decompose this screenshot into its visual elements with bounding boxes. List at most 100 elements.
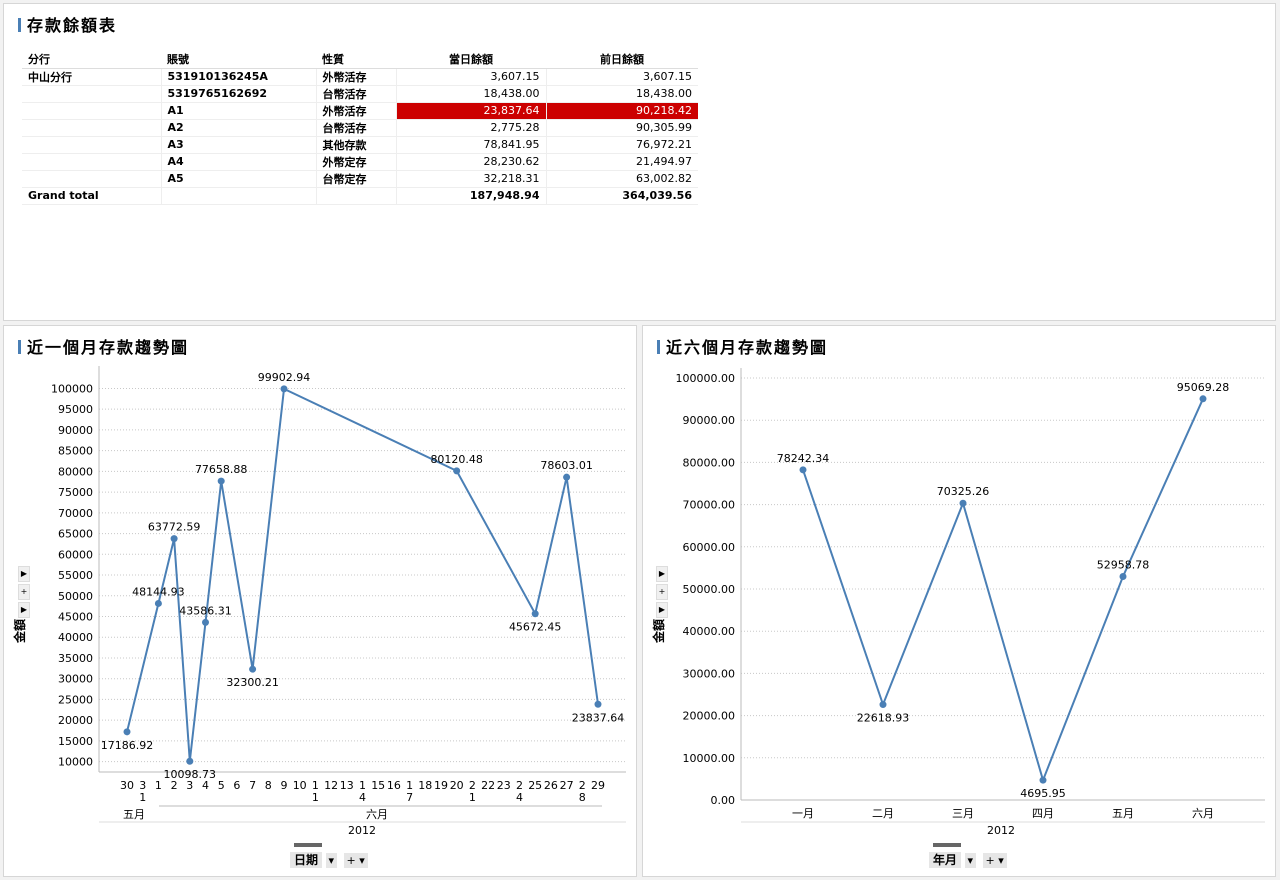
year-label: 2012 (348, 824, 376, 837)
data-point (154, 599, 162, 607)
type-cell: 台幣活存 (315, 85, 396, 103)
expand-arrow-icon[interactable]: ▶ (18, 566, 30, 582)
prev-cell: 90,305.99 (545, 119, 698, 137)
slider-icon[interactable] (294, 843, 322, 847)
today-cell: 28,230.62 (395, 153, 546, 171)
dropdown-icon[interactable]: ▾ (325, 853, 338, 868)
y-tick-label: 30000.00 (683, 667, 736, 680)
yearmonth-dimension-control[interactable]: 年月 ▾ + ▾ (929, 843, 1007, 868)
data-point (563, 473, 571, 481)
data-point (217, 477, 225, 485)
y-axis-label: 金額 (12, 619, 27, 644)
y-tick-label: 0.00 (711, 794, 736, 807)
x-tick-label: 29 (591, 779, 605, 792)
y-tick-label: 15000 (58, 735, 93, 748)
date-dimension-control[interactable]: 日期 ▾ + ▾ (290, 843, 368, 868)
slider-icon[interactable] (933, 843, 961, 847)
x-tick-label: 7 (406, 791, 413, 804)
y-tick-label: 90000.00 (683, 414, 736, 427)
prev-cell: 76,972.21 (545, 136, 698, 154)
date-dimension-label[interactable]: 日期 (290, 852, 323, 868)
data-point (531, 610, 539, 618)
table-row: A1 外幣活存 23,837.64 90,218.42 (22, 102, 698, 120)
expand-arrow-icon[interactable]: ▶ (656, 566, 668, 582)
today-cell: 23,837.64 (395, 102, 546, 120)
total-prev: 364,039.56 (545, 187, 698, 205)
x-tick-label: 4 (516, 791, 523, 804)
y-tick-label: 40000.00 (683, 625, 736, 638)
data-label: 22618.93 (857, 712, 910, 725)
data-label: 45672.45 (509, 621, 562, 634)
expand-arrow-icon[interactable]: ▶ (18, 602, 30, 618)
data-point (879, 701, 887, 709)
table-row: A2 台幣活存 2,775.28 90,305.99 (22, 119, 698, 137)
y-tick-label: 50000.00 (683, 583, 736, 596)
x-tick-label: 25 (528, 779, 542, 792)
y-tick-label: 80000 (58, 465, 93, 478)
data-point (959, 499, 967, 507)
header-type[interactable]: 性質 (316, 51, 396, 69)
y-tick-label: 95000 (58, 403, 93, 416)
x-tick-label: 16 (387, 779, 401, 792)
balance-table-panel: 存款餘額表 分行 賬號 性質 當日餘額 前日餘額 中山分行 53191013624… (3, 3, 1276, 321)
type-cell: 台幣活存 (315, 119, 396, 137)
data-point (594, 700, 602, 708)
account-cell: A3 (160, 136, 316, 154)
data-point (249, 665, 257, 673)
x-tick-label: 26 (544, 779, 558, 792)
dropdown-icon[interactable]: ▾ (964, 853, 977, 868)
type-cell: 外幣定存 (315, 153, 396, 171)
account-cell: A1 (160, 102, 316, 120)
header-account[interactable]: 賬號 (161, 51, 316, 69)
add-icon[interactable]: + (18, 584, 30, 600)
data-point (1119, 573, 1127, 581)
x-tick-label: 4 (359, 791, 366, 804)
data-label: 48144.93 (132, 585, 185, 598)
x-tick-label: 一月 (792, 807, 814, 820)
y-tick-label: 60000 (58, 548, 93, 561)
x-tick-label: 18 (418, 779, 432, 792)
y-tick-label: 50000 (58, 590, 93, 603)
x-tick-label: 12 (324, 779, 338, 792)
x-tick-label: 5 (218, 779, 225, 792)
total-today: 187,948.94 (395, 187, 546, 205)
month-group-label: 五月 (123, 808, 145, 821)
table-total-row: Grand total 187,948.94 364,039.56 (22, 187, 698, 205)
x-tick-label: 8 (579, 791, 586, 804)
today-cell: 78,841.95 (395, 136, 546, 154)
data-point (1199, 395, 1207, 403)
yearmonth-dimension-label[interactable]: 年月 (929, 852, 962, 868)
today-cell: 18,438.00 (395, 85, 546, 103)
six-month-trend-panel: 近六個月存款趨勢圖 0.00 10000.00 20000.00 30000.00 40… (642, 325, 1276, 877)
month-trend-panel: 近一個月存款趨勢圖 10000 15000 20000 25000 30000 35000… (3, 325, 637, 877)
add-dimension-button[interactable]: + ▾ (343, 853, 368, 868)
data-label: 95069.28 (1177, 381, 1230, 394)
header-prev-balance[interactable]: 前日餘額 (546, 51, 698, 69)
x-tick-label: 15 (371, 779, 385, 792)
expand-arrow-icon[interactable]: ▶ (656, 602, 668, 618)
x-tick-label: 13 (340, 779, 354, 792)
data-label: 32300.21 (226, 676, 279, 689)
account-cell: 531910136245A (160, 68, 316, 86)
account-cell: A2 (160, 119, 316, 137)
add-dimension-button[interactable]: + ▾ (982, 853, 1007, 868)
type-cell: 外幣活存 (315, 102, 396, 120)
table-row: A5 台幣定存 32,218.31 63,002.82 (22, 170, 698, 188)
x-tick-label: 二月 (872, 807, 894, 820)
y-tick-label: 10000.00 (683, 752, 736, 765)
header-branch[interactable]: 分行 (22, 51, 161, 69)
header-today-balance[interactable]: 當日餘額 (396, 51, 546, 69)
table-row: 中山分行 531910136245A 外幣活存 3,607.15 3,607.15 (22, 68, 698, 86)
x-tick-label: 20 (450, 779, 464, 792)
six-month-trend-chart: 0.00 10000.00 20000.00 30000.00 40000.00 5000… (651, 368, 1265, 837)
x-tick-label: 10 (293, 779, 307, 792)
x-tick-label: 三月 (952, 807, 974, 820)
prev-cell: 3,607.15 (545, 68, 698, 86)
balance-table-title: 存款餘額表 (18, 12, 117, 36)
data-label: 99902.94 (258, 371, 311, 384)
data-label: 4695.95 (1020, 787, 1066, 800)
data-point (186, 757, 194, 765)
data-label: 78603.01 (540, 459, 593, 472)
y-axis-label: 金額 (651, 619, 666, 644)
add-icon[interactable]: + (656, 584, 668, 600)
